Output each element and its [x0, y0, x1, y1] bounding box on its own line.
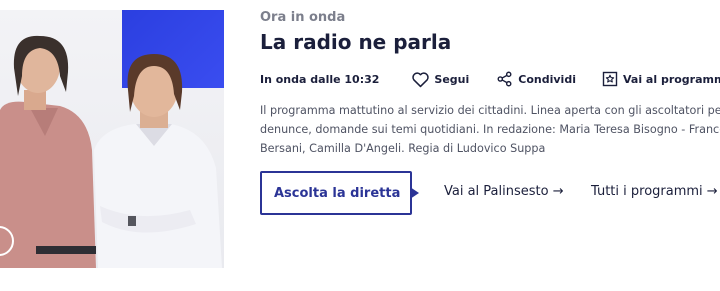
share-label: Condividi [518, 72, 576, 86]
play-icon [410, 187, 420, 199]
description-line: Bersani, Camilla D'Angeli. Regia di Ludo… [260, 142, 546, 155]
goto-program-label: Vai al programma [622, 72, 720, 86]
listen-live-button[interactable]: Ascolta la diretta [260, 171, 420, 215]
heart-icon [412, 71, 430, 87]
share-button[interactable]: Condividi [497, 71, 576, 87]
description-line: denunce, domande sui temi quotidiani. In… [260, 123, 720, 136]
program-star-icon [602, 71, 618, 87]
presenters-illustration [0, 35, 222, 268]
listen-live-label: Ascolta la diretta [274, 185, 401, 201]
program-description: Il programma mattutino al servizio dei c… [260, 101, 720, 158]
now-on-air-label: Ora in onda [260, 10, 346, 25]
follow-label: Segui [434, 72, 470, 86]
share-icon [497, 71, 512, 87]
all-programs-link[interactable]: Tutti i programmi → [591, 184, 718, 199]
air-time: In onda dalle 10:32 [260, 72, 380, 86]
program-meta-row: In onda dalle 10:32 Segui Condividi Vai … [260, 70, 720, 88]
schedule-link[interactable]: Vai al Palinsesto → [444, 184, 564, 199]
goto-program-button[interactable]: Vai al programma [602, 71, 720, 87]
program-title: La radio ne parla [260, 30, 452, 54]
program-hero-image [0, 10, 224, 268]
follow-button[interactable]: Segui [411, 71, 469, 88]
description-line: Il programma mattutino al servizio dei c… [260, 104, 720, 117]
